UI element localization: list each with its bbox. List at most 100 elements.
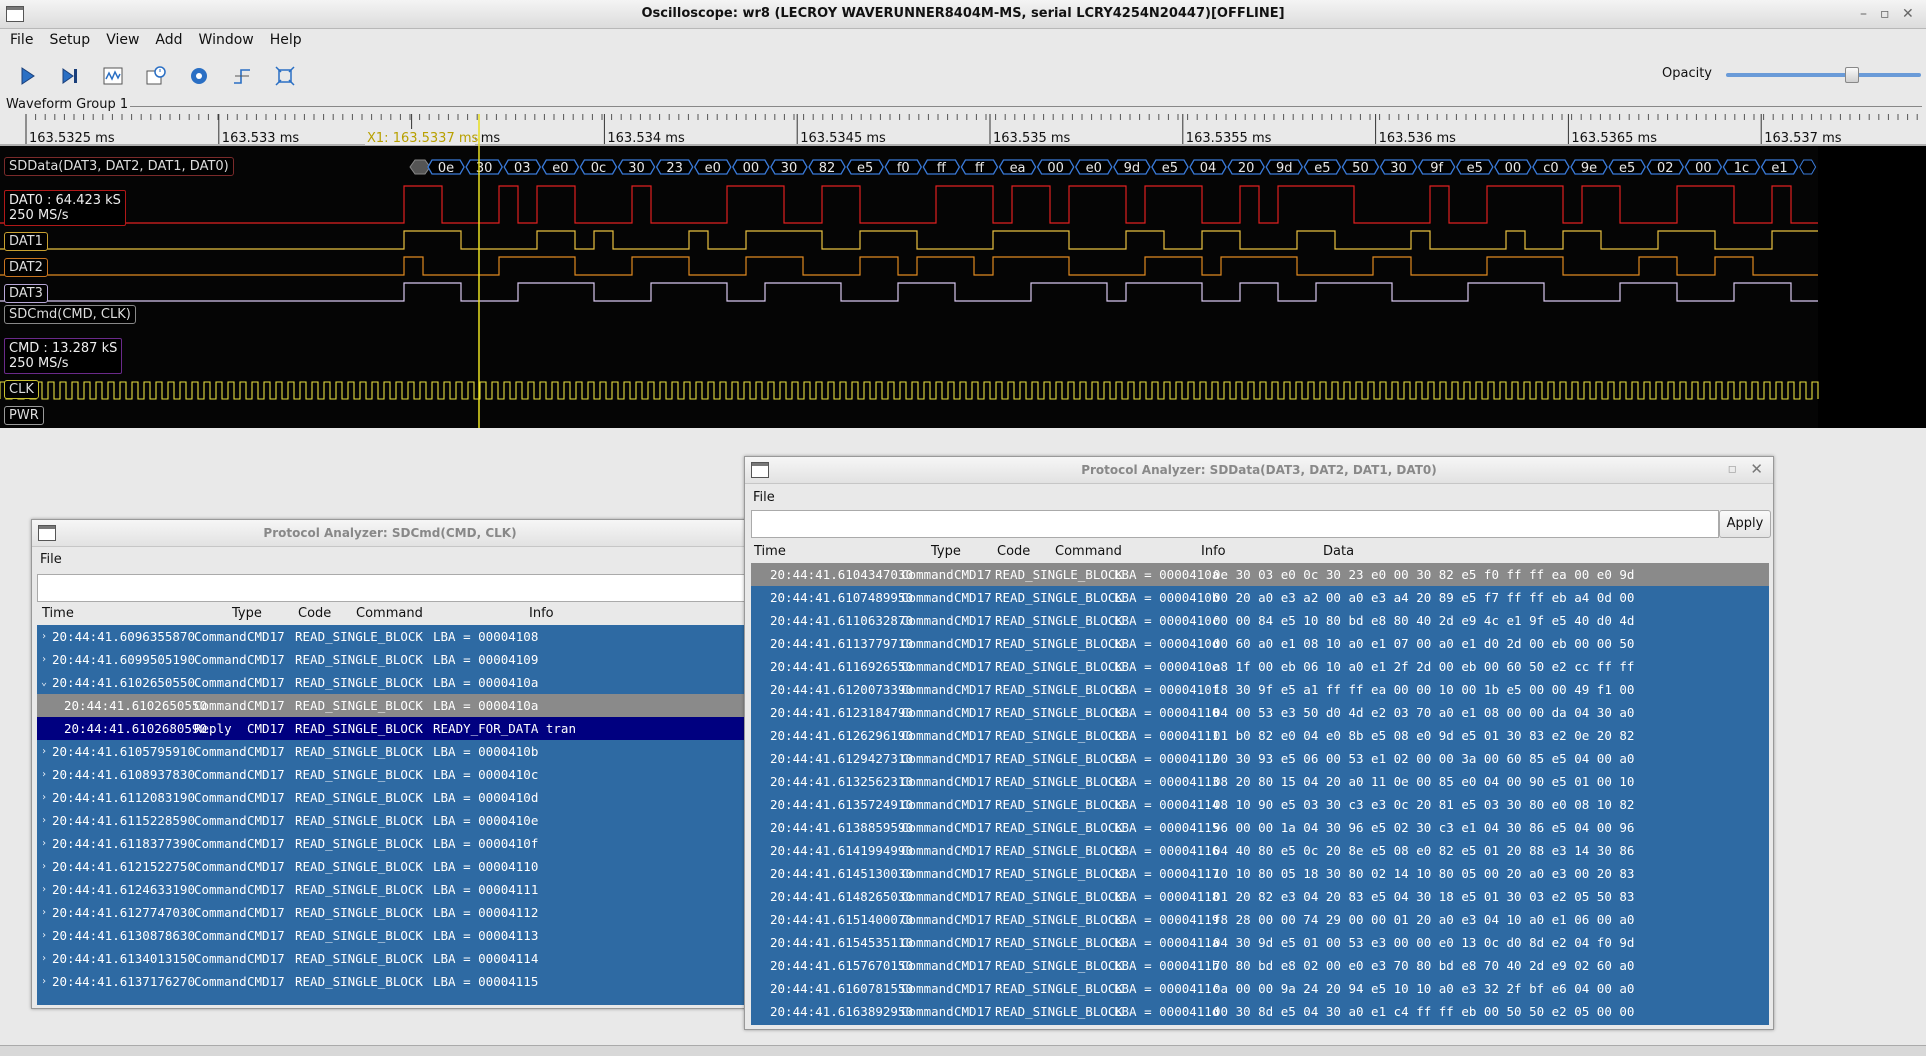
table-row[interactable]: › 20:44:41.6099505190 Command CMD17 READ_SIN… xyxy=(37,648,747,671)
expand-arrow-icon[interactable]: › xyxy=(41,832,47,855)
sddata-filter-input[interactable] xyxy=(751,510,1719,538)
waveform-icon[interactable] xyxy=(99,62,127,90)
table-row[interactable]: › 20:44:41.6096355870 Command CMD17 READ_SIN… xyxy=(37,625,747,648)
table-row[interactable]: 20:44:41.6135724910 Command CMD17 READ_SING… xyxy=(751,793,1769,816)
expand-arrow-icon[interactable]: › xyxy=(41,625,47,648)
settings-icon[interactable] xyxy=(185,62,213,90)
sddata-table-body[interactable]: 20:44:41.6104347030 Command CMD17 READ_SING… xyxy=(751,563,1769,1025)
table-row[interactable]: 20:44:41.6120073390 Command CMD17 READ_SING… xyxy=(751,678,1769,701)
table-row[interactable]: › 20:44:41.6124633190 Command CMD17 READ_SIN… xyxy=(37,878,747,901)
table-row[interactable]: › 20:44:41.6134013150 Command CMD17 READ_SIN… xyxy=(37,947,747,970)
dat3-label[interactable]: DAT3 xyxy=(4,284,48,303)
table-row[interactable]: 20:44:41.6116926550 Command CMD17 READ_SING… xyxy=(751,655,1769,678)
col-time[interactable]: Time xyxy=(754,544,786,559)
expand-arrow-icon[interactable]: › xyxy=(41,924,47,947)
expand-arrow-icon[interactable]: ⌄ xyxy=(41,671,47,694)
expand-arrow-icon[interactable]: › xyxy=(41,947,47,970)
opacity-slider[interactable] xyxy=(1726,73,1921,77)
table-row[interactable]: › 20:44:41.6105795910 Command CMD17 READ_SIN… xyxy=(37,740,747,763)
table-row[interactable]: › 20:44:41.6118377390 Command CMD17 READ_SIN… xyxy=(37,832,747,855)
table-row[interactable]: 20:44:41.6107489950 Command CMD17 READ_SING… xyxy=(751,586,1769,609)
sdcmd-table-body[interactable]: › 20:44:41.6096355870 Command CMD17 READ_SIN… xyxy=(37,625,747,1005)
table-row[interactable]: ⌄ 20:44:41.6102650550 Command CMD17 READ_SIN… xyxy=(37,671,747,694)
table-row[interactable]: 20:44:41.6110632870 Command CMD17 READ_SING… xyxy=(751,609,1769,632)
apply-button[interactable]: Apply xyxy=(1719,510,1771,538)
sdcmd-filter-input[interactable] xyxy=(37,574,745,602)
sddata-label[interactable]: SDData(DAT3, DAT2, DAT1, DAT0) xyxy=(4,157,234,176)
table-row[interactable]: 20:44:41.6145130030 Command CMD17 READ_SING… xyxy=(751,862,1769,885)
table-row[interactable]: 20:44:41.6138859590 Command CMD17 READ_SING… xyxy=(751,816,1769,839)
play-icon[interactable] xyxy=(13,62,41,90)
col-command[interactable]: Command xyxy=(356,606,423,621)
table-row[interactable]: 20:44:41.6123184790 Command CMD17 READ_SING… xyxy=(751,701,1769,724)
table-row[interactable]: › 20:44:41.6130878630 Command CMD17 READ_SIN… xyxy=(37,924,747,947)
sddata-window-titlebar[interactable]: Protocol Analyzer: SDData(DAT3, DAT2, DA… xyxy=(745,457,1773,484)
col-code[interactable]: Code xyxy=(997,544,1030,559)
col-code[interactable]: Code xyxy=(298,606,331,621)
history-icon[interactable] xyxy=(142,62,170,90)
table-row[interactable]: › 20:44:41.6127747030 Command CMD17 READ_SIN… xyxy=(37,901,747,924)
expand-arrow-icon[interactable]: › xyxy=(41,786,47,809)
step-icon[interactable] xyxy=(56,62,84,90)
col-command[interactable]: Command xyxy=(1055,544,1122,559)
table-row[interactable]: 20:44:41.6104347030 Command CMD17 READ_SING… xyxy=(751,563,1769,586)
col-info[interactable]: Info xyxy=(1201,544,1226,559)
sdcmd-label[interactable]: SDCmd(CMD, CLK) xyxy=(4,305,136,324)
expand-arrow-icon[interactable]: › xyxy=(41,763,47,786)
table-row[interactable]: 20:44:41.6113779710 Command CMD17 READ_SING… xyxy=(751,632,1769,655)
table-row[interactable]: › 20:44:41.6137176270 Command CMD17 READ_SIN… xyxy=(37,970,747,993)
table-row[interactable]: 20:44:41.6126296190 Command CMD17 READ_SING… xyxy=(751,724,1769,747)
expand-arrow-icon[interactable]: › xyxy=(41,740,47,763)
close-icon[interactable]: ✕ xyxy=(1902,6,1914,22)
close-icon[interactable]: ✕ xyxy=(1750,460,1763,478)
col-type[interactable]: Type xyxy=(931,544,961,559)
table-row[interactable]: 20:44:41.6163892950 Command CMD17 READ_SING… xyxy=(751,1000,1769,1023)
dat1-label[interactable]: DAT1 xyxy=(4,232,48,251)
menu-file[interactable]: File xyxy=(2,32,41,48)
table-row[interactable]: 20:44:41.6102680590 Reply CMD17 READ_SINGLE… xyxy=(37,717,747,740)
expand-arrow-icon[interactable]: › xyxy=(41,855,47,878)
table-row[interactable]: › 20:44:41.6115228590 Command CMD17 READ_SIN… xyxy=(37,809,747,832)
table-row[interactable]: 20:44:41.6151400070 Command CMD17 READ_SING… xyxy=(751,908,1769,931)
expand-arrow-icon[interactable]: › xyxy=(41,809,47,832)
dat2-label[interactable]: DAT2 xyxy=(4,258,48,277)
col-info[interactable]: Info xyxy=(529,606,554,621)
fit-icon[interactable] xyxy=(271,62,299,90)
table-row[interactable]: 20:44:41.6148265030 Command CMD17 READ_SING… xyxy=(751,885,1769,908)
waveform-view[interactable]: 163.5325 ms163.533 ms163.5335 ms163.534 … xyxy=(0,114,1926,428)
table-row[interactable]: 20:44:41.6157670150 Command CMD17 READ_SING… xyxy=(751,954,1769,977)
table-row[interactable]: 20:44:41.6102650550 Command CMD17 READ_SING… xyxy=(37,694,747,717)
sdcmd-window-titlebar[interactable]: Protocol Analyzer: SDCmd(CMD, CLK) xyxy=(32,520,748,547)
menu-view[interactable]: View xyxy=(98,32,147,48)
table-row[interactable]: › 20:44:41.6121522750 Command CMD17 READ_SIN… xyxy=(37,855,747,878)
sddata-menu-file[interactable]: File xyxy=(753,490,775,505)
opacity-slider-handle[interactable] xyxy=(1845,67,1859,83)
menu-setup[interactable]: Setup xyxy=(41,32,98,48)
pwr-label[interactable]: PWR xyxy=(4,406,44,425)
table-row[interactable]: 20:44:41.6154535110 Command CMD17 READ_SING… xyxy=(751,931,1769,954)
table-row[interactable]: › 20:44:41.6112083190 Command CMD17 READ_SIN… xyxy=(37,786,747,809)
expand-arrow-icon[interactable]: › xyxy=(41,970,47,993)
table-row[interactable]: 20:44:41.6132562310 Command CMD17 READ_SING… xyxy=(751,770,1769,793)
sdcmd-menu-file[interactable]: File xyxy=(40,552,62,567)
expand-arrow-icon[interactable]: › xyxy=(41,878,47,901)
waveform-canvas[interactable]: 163.5325 ms163.533 ms163.5335 ms163.534 … xyxy=(0,114,1926,428)
clk-label[interactable]: CLK xyxy=(4,380,39,399)
bottom-tab-strip[interactable] xyxy=(0,1045,1926,1056)
menu-add[interactable]: Add xyxy=(147,32,190,48)
col-type[interactable]: Type xyxy=(232,606,262,621)
minimize-icon[interactable]: – xyxy=(1860,6,1867,22)
expand-arrow-icon[interactable]: › xyxy=(41,648,47,671)
menu-help[interactable]: Help xyxy=(262,32,310,48)
table-row[interactable]: 20:44:41.6160781550 Command CMD17 READ_SING… xyxy=(751,977,1769,1000)
maximize-icon[interactable]: ▫ xyxy=(1728,461,1738,477)
table-row[interactable]: › 20:44:41.6108937830 Command CMD17 READ_SIN… xyxy=(37,763,747,786)
maximize-icon[interactable]: ▫ xyxy=(1880,6,1890,22)
col-time[interactable]: Time xyxy=(42,606,74,621)
col-data[interactable]: Data xyxy=(1323,544,1354,559)
menu-window[interactable]: Window xyxy=(191,32,262,48)
table-row[interactable]: 20:44:41.6129427310 Command CMD17 READ_SING… xyxy=(751,747,1769,770)
trigger-icon[interactable] xyxy=(228,62,256,90)
expand-arrow-icon[interactable]: › xyxy=(41,901,47,924)
table-row[interactable]: 20:44:41.6141994990 Command CMD17 READ_SING… xyxy=(751,839,1769,862)
